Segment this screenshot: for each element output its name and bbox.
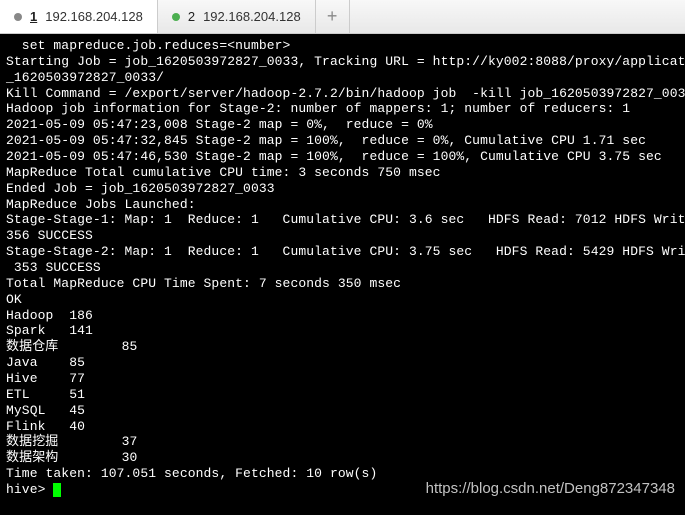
cursor-icon: [53, 483, 61, 497]
watermark: https://blog.csdn.net/Deng872347348: [426, 480, 675, 497]
tab-1[interactable]: 1 192.168.204.128: [0, 0, 158, 33]
tab-2[interactable]: 2 192.168.204.128: [158, 0, 316, 33]
new-tab-button[interactable]: +: [316, 0, 350, 33]
status-dot-icon: [172, 13, 180, 21]
prompt: hive>: [6, 482, 53, 497]
tab-number: 2: [188, 9, 195, 24]
plus-icon: +: [327, 6, 338, 27]
tab-bar: 1 192.168.204.128 2 192.168.204.128 +: [0, 0, 685, 34]
tab-label: 192.168.204.128: [203, 9, 301, 24]
tab-label: 192.168.204.128: [45, 9, 143, 24]
terminal-output[interactable]: set mapreduce.job.reduces=<number> Start…: [0, 34, 685, 515]
terminal-lines: set mapreduce.job.reduces=<number> Start…: [6, 38, 685, 481]
status-dot-icon: [14, 13, 22, 21]
tab-number: 1: [30, 9, 37, 24]
